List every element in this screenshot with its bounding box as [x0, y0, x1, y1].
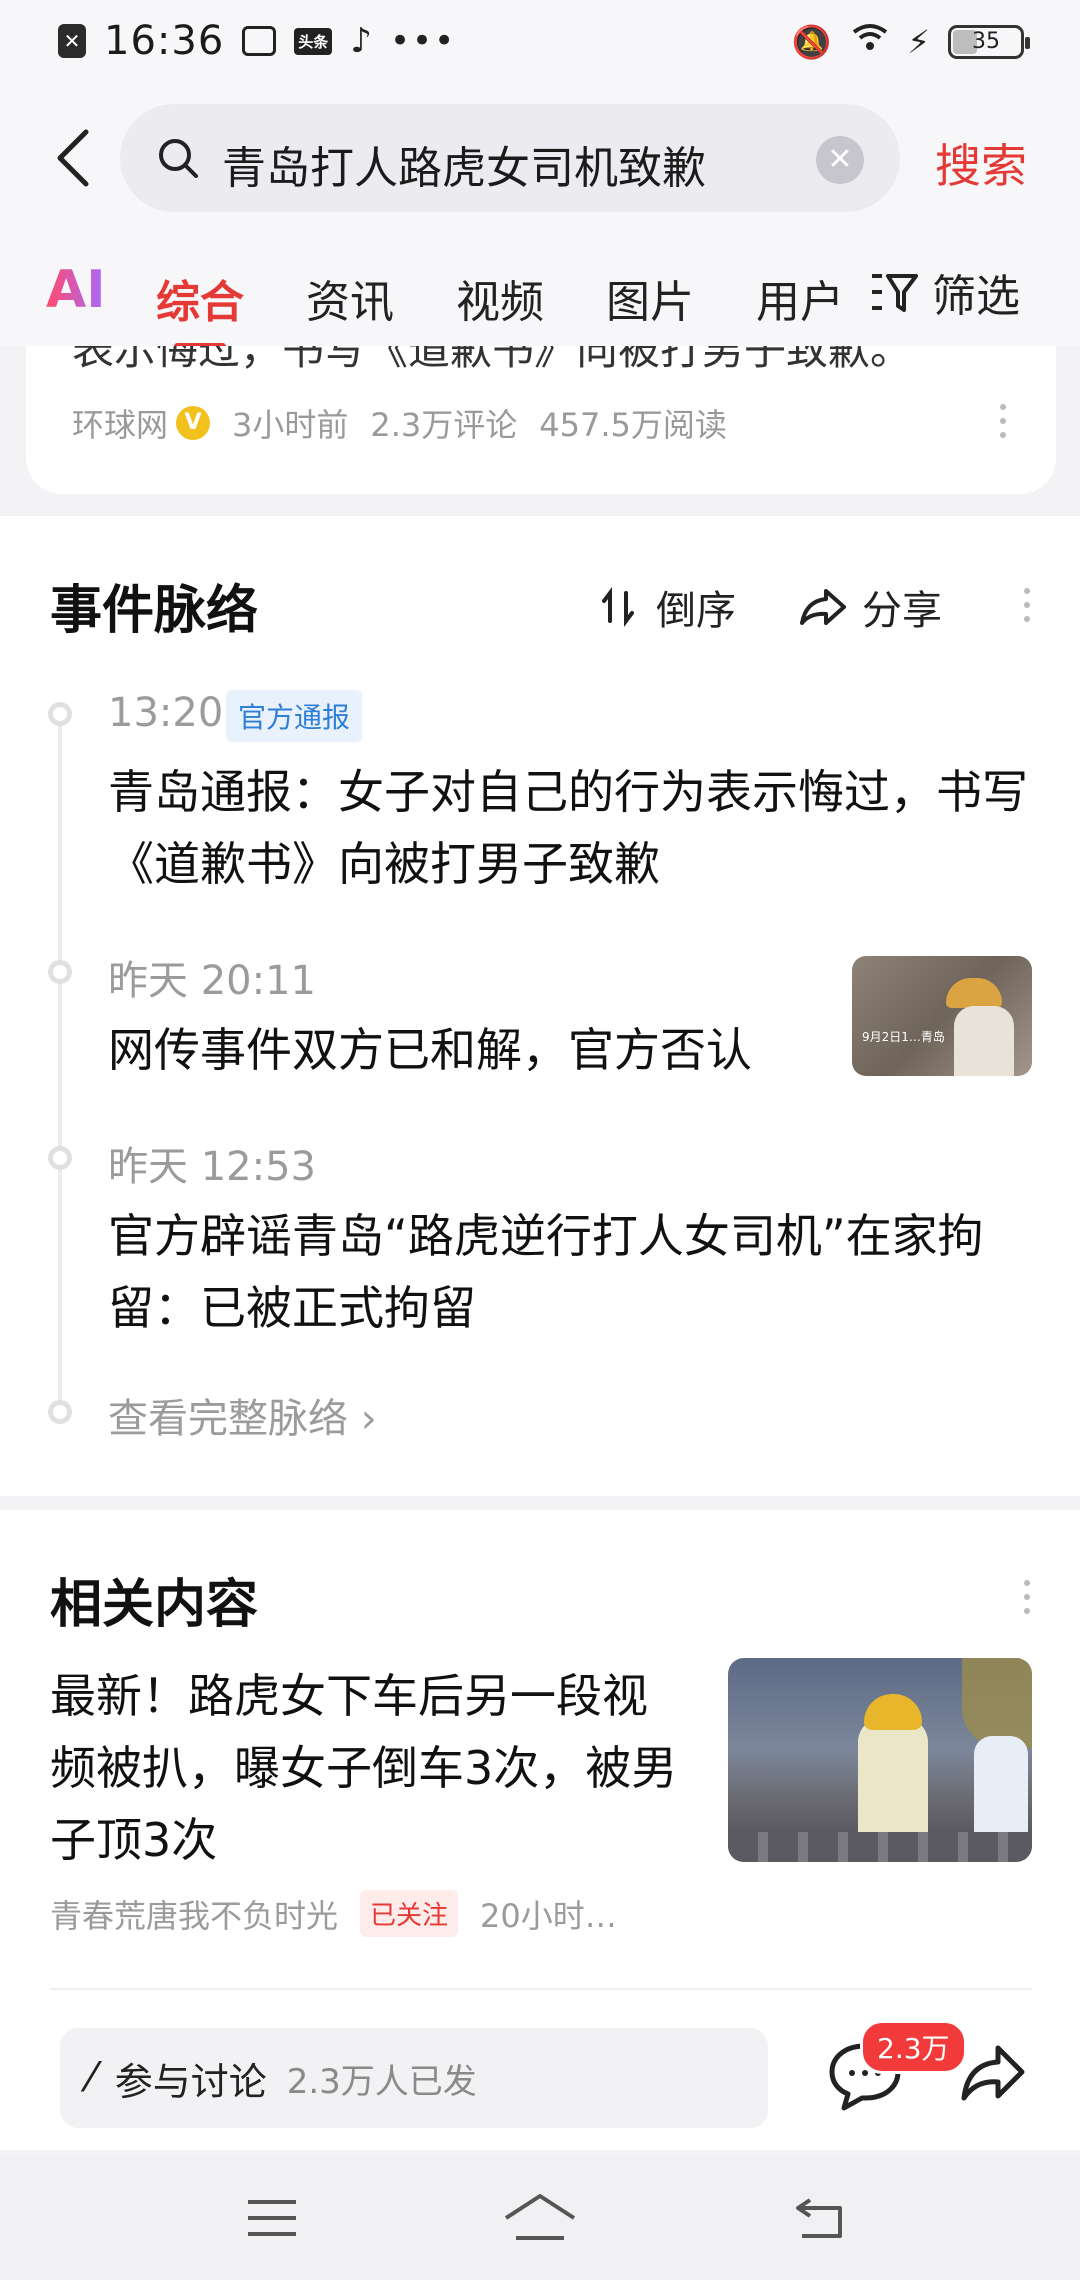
- event-thumbnail[interactable]: 9月2日1…青岛: [852, 956, 1032, 1076]
- home-icon[interactable]: [500, 2188, 580, 2248]
- discuss-count: 2.3万人已发: [286, 2061, 477, 2102]
- card-time: 3小时前: [232, 406, 349, 444]
- official-badge: 官方通报: [226, 690, 363, 742]
- event-time: 昨天 12:53: [108, 1144, 316, 1190]
- card-icon: [242, 26, 277, 56]
- share-icon: [800, 589, 846, 625]
- tab-video[interactable]: 视频: [456, 266, 544, 330]
- system-nav-bar: [0, 2156, 1080, 2280]
- timeline-dot: [48, 702, 72, 726]
- back-arrow-icon[interactable]: [50, 126, 96, 190]
- related-article-thumbnail[interactable]: [728, 1658, 1032, 1862]
- follow-badge: 已关注: [360, 1890, 459, 1937]
- event-text[interactable]: 青岛通报：女子对自己的行为表示悔过，书写《道歉书》向被打男子致歉: [108, 756, 1028, 900]
- charging-icon: ⚡: [907, 23, 930, 61]
- tab-ai[interactable]: AI: [46, 260, 106, 320]
- sort-icon: [602, 587, 634, 627]
- timeline-title: 事件脉络: [50, 581, 259, 641]
- more-options-icon[interactable]: [1000, 404, 1008, 446]
- timeline-line: [58, 714, 62, 1414]
- card-reads: 457.5万阅读: [539, 406, 727, 444]
- share-label: 分享: [862, 588, 942, 634]
- status-bar: ✕ 16:36 头条 ♪ ••• 🔕 ⚡ 35: [0, 0, 1080, 86]
- thumbnail-caption: 9月2日1…青岛: [862, 1030, 945, 1044]
- app-badge-icon: 头条: [294, 27, 333, 55]
- search-query: 青岛打人路虎女司机致歉: [222, 143, 706, 194]
- comment-count-badge: 2.3万: [860, 2020, 967, 2074]
- event-text[interactable]: 网传事件双方已和解，官方否认: [108, 1014, 828, 1086]
- related-article-title[interactable]: 最新！路虎女下车后另一段视频被扒，曝女子倒车3次，被男子顶3次: [50, 1660, 690, 1876]
- clear-icon[interactable]: ✕: [816, 136, 864, 184]
- filter-label: 筛选: [932, 271, 1020, 322]
- search-button[interactable]: 搜索: [935, 130, 1027, 196]
- tab-users[interactable]: 用户: [756, 266, 844, 330]
- article-time: 20小时…: [480, 1896, 617, 1935]
- event-timeline: 事件脉络 倒序 分享 13:20 官方通报 青岛通报：女子对自己的行为表示悔过，…: [0, 516, 1080, 1496]
- event-text[interactable]: 官方辟谣青岛“路虎逆行打人女司机”在家拘留：已被正式拘留: [108, 1200, 1028, 1344]
- mute-bell-icon: 🔕: [791, 23, 832, 61]
- related-article-meta: 青春荒唐我不负时光 已关注 20小时…: [50, 1890, 617, 1937]
- category-tabs: AI 综合 资讯 视频 图片 用户 筛选: [0, 226, 1080, 350]
- timeline-dot: [48, 1400, 72, 1424]
- verified-icon: V: [176, 406, 211, 440]
- share-button[interactable]: 分享: [800, 578, 942, 636]
- timeline-dot: [48, 960, 72, 984]
- battery-indicator: 35: [948, 25, 1030, 59]
- search-input[interactable]: 青岛打人路虎女司机致歉 ✕: [120, 104, 900, 212]
- status-time: 16:36: [104, 18, 225, 64]
- back-nav-icon[interactable]: [790, 2188, 850, 2248]
- card-meta: 环球网 V 3小时前 2.3万评论 457.5万阅读: [72, 400, 727, 446]
- card-cut-text: 表示悔过，书写《道歉书》向被打男子致歉。: [72, 346, 913, 374]
- close-app-icon: ✕: [58, 24, 86, 58]
- filter-icon: [872, 274, 918, 312]
- more-options-icon[interactable]: [1024, 1580, 1032, 1622]
- event-time: 13:20: [108, 690, 224, 736]
- search-icon: [159, 139, 198, 178]
- music-note-icon: ♪: [350, 21, 372, 61]
- related-title: 相关内容: [50, 1575, 259, 1635]
- card-comments: 2.3万评论: [370, 406, 518, 444]
- sort-button[interactable]: 倒序: [600, 578, 736, 636]
- tab-news[interactable]: 资讯: [306, 266, 394, 330]
- pen-icon: ⁄: [88, 2055, 95, 2101]
- view-full-timeline-link[interactable]: 查看完整脉络 ›: [108, 1386, 377, 1444]
- share-icon[interactable]: [960, 2040, 1026, 2106]
- discuss-label: 参与讨论: [114, 2059, 267, 2104]
- tab-comprehensive[interactable]: 综合: [156, 266, 244, 350]
- menu-icon[interactable]: [242, 2188, 302, 2248]
- divider: [50, 1988, 1032, 1990]
- more-notifications-icon: •••: [390, 21, 457, 61]
- more-options-icon[interactable]: [1024, 588, 1032, 630]
- article-author[interactable]: 青春荒唐我不负时光: [50, 1891, 338, 1937]
- tab-images[interactable]: 图片: [606, 266, 694, 330]
- discuss-input[interactable]: ⁄ 参与讨论 2.3万人已发: [60, 2028, 768, 2128]
- timeline-dot: [48, 1146, 72, 1170]
- search-header: 青岛打人路虎女司机致歉 ✕ 搜索: [0, 86, 1080, 226]
- wifi-icon: [850, 22, 890, 62]
- event-time: 昨天 20:11: [108, 958, 316, 1004]
- sort-label: 倒序: [656, 588, 736, 634]
- news-card[interactable]: 表示悔过，书写《道歉书》向被打男子致歉。 环球网 V 3小时前 2.3万评论 4…: [26, 346, 1056, 494]
- filter-button[interactable]: 筛选: [870, 262, 1080, 322]
- card-source: 环球网: [72, 406, 169, 444]
